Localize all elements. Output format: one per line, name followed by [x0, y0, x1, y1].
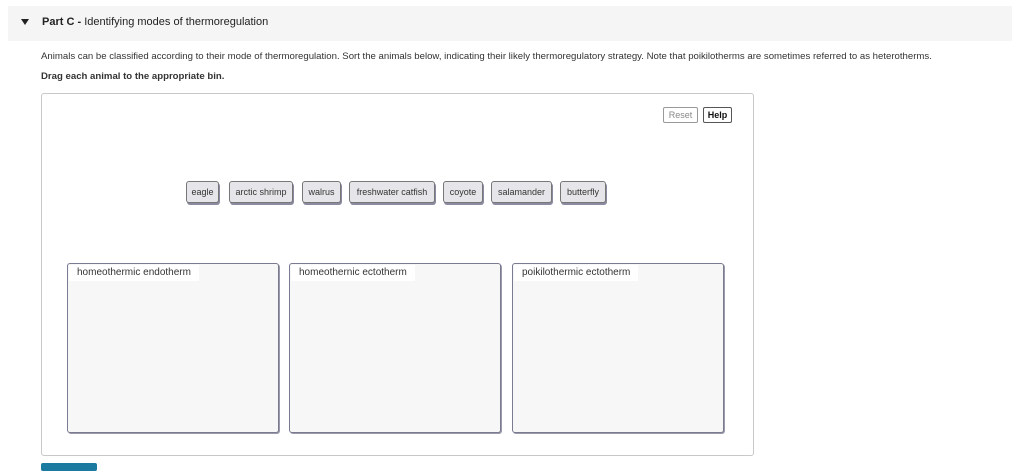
- bin-label: homeothernic ectotherm: [291, 265, 415, 281]
- animal-chip-walrus[interactable]: walrus: [302, 181, 341, 203]
- bin-label: homeothermic endotherm: [69, 265, 199, 281]
- bin-poikilothermic-ectotherm[interactable]: poikilothermic ectotherm: [512, 263, 724, 433]
- part-title-text: Identifying modes of thermoregulation: [84, 16, 269, 28]
- animal-chip-arctic-shrimp[interactable]: arctic shrimp: [229, 181, 293, 203]
- animal-chip-salamander[interactable]: salamander: [491, 181, 552, 203]
- animal-chip-coyote[interactable]: coyote: [443, 181, 483, 203]
- reset-button[interactable]: Reset: [663, 107, 698, 123]
- animal-chip-freshwater-catfish[interactable]: freshwater catfish: [349, 181, 435, 203]
- animal-chip-butterfly[interactable]: butterfly: [560, 181, 606, 203]
- bin-label: poikilothermic ectotherm: [514, 265, 639, 281]
- bin-homeothermic-endotherm[interactable]: homeothermic endotherm: [67, 263, 279, 433]
- instructions-text: Animals can be classified according to t…: [41, 51, 932, 62]
- part-title: Part C - Identifying modes of thermoregu…: [42, 16, 268, 28]
- collapse-triangle-icon[interactable]: [21, 19, 29, 25]
- help-button[interactable]: Help: [703, 107, 732, 123]
- animal-chip-eagle[interactable]: eagle: [186, 181, 219, 203]
- drag-instruction: Drag each animal to the appropriate bin.: [41, 71, 225, 82]
- part-label: Part C -: [42, 16, 82, 28]
- submit-button[interactable]: [41, 463, 97, 471]
- bin-homeothermic-ectotherm[interactable]: homeothernic ectotherm: [289, 263, 501, 433]
